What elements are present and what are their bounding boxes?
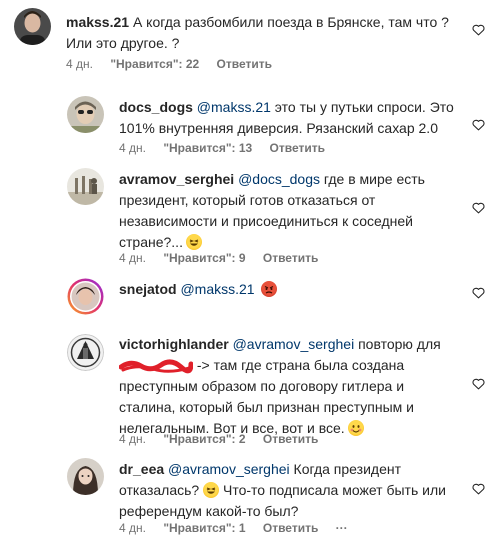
reply-button[interactable]: Ответить bbox=[263, 521, 318, 535]
comment-age: 4 дн. bbox=[119, 432, 146, 446]
mention-link[interactable]: @makss.21 bbox=[197, 99, 271, 115]
likes-count[interactable]: "Нравится": 13 bbox=[163, 141, 252, 155]
reply-button[interactable]: Ответить bbox=[217, 57, 272, 71]
red-scribble bbox=[119, 359, 193, 374]
username-link[interactable]: makss.21 bbox=[66, 14, 129, 30]
comment-text: snejatod @makss.21 bbox=[119, 279, 449, 300]
username-link[interactable]: snejatod bbox=[119, 281, 177, 297]
mention-link[interactable]: @makss.21 bbox=[180, 281, 254, 297]
username-link[interactable]: docs_dogs bbox=[119, 99, 193, 115]
comment-text: victorhighlander @avramov_serghei повтор… bbox=[119, 336, 441, 436]
comment-age: 4 дн. bbox=[119, 141, 146, 155]
comment-text: docs_dogs @makss.21 это ты у путьки спро… bbox=[119, 99, 454, 136]
likes-count[interactable]: "Нравится": 1 bbox=[163, 521, 245, 535]
smiling-emoji-icon bbox=[347, 420, 364, 436]
avatar-dr-eea[interactable] bbox=[67, 458, 104, 495]
heart-icon[interactable] bbox=[472, 202, 485, 214]
likes-count[interactable]: "Нравится": 2 bbox=[163, 432, 245, 446]
laughing-emoji-icon bbox=[203, 482, 220, 498]
username-link[interactable]: victorhighlander bbox=[119, 336, 229, 352]
comment-age: 4 дн. bbox=[66, 57, 93, 71]
heart-icon[interactable] bbox=[472, 119, 485, 131]
likes-count[interactable]: "Нравится": 9 bbox=[163, 251, 245, 265]
reply-button[interactable]: Ответить bbox=[270, 141, 325, 155]
username-link[interactable]: dr_eea bbox=[119, 461, 164, 477]
comment-text: makss.21 А когда разбомбили поезда в Бря… bbox=[66, 14, 449, 51]
mention-link[interactable]: @avramov_serghei bbox=[233, 336, 355, 352]
reply-button[interactable]: Ответить bbox=[263, 432, 318, 446]
heart-icon[interactable] bbox=[472, 287, 485, 299]
comment-meta: 4 дн. "Нравится": 1 Ответить ··· bbox=[119, 521, 362, 535]
comment-meta: 4 дн. "Нравится": 22 Ответить bbox=[66, 57, 286, 71]
username-link[interactable]: avramov_serghei bbox=[119, 171, 234, 187]
avatar-makss[interactable] bbox=[14, 8, 51, 45]
comment-age: 4 дн. bbox=[119, 251, 146, 265]
likes-count[interactable]: "Нравится": 22 bbox=[110, 57, 199, 71]
redacted-name bbox=[119, 359, 193, 374]
avatar-snejatod[interactable] bbox=[67, 278, 104, 315]
comment-text: dr_eea @avramov_serghei Когда президент … bbox=[119, 461, 446, 519]
heart-icon[interactable] bbox=[472, 24, 485, 36]
avatar-avramov[interactable] bbox=[67, 168, 104, 205]
comment-meta: 4 дн. "Нравится": 13 Ответить bbox=[119, 141, 339, 155]
laughing-emoji-icon bbox=[185, 234, 202, 250]
heart-icon[interactable] bbox=[472, 483, 485, 495]
comment-age: 4 дн. bbox=[119, 521, 146, 535]
comment-meta: 4 дн. "Нравится": 2 Ответить bbox=[119, 432, 332, 446]
reply-button[interactable]: Ответить bbox=[263, 251, 318, 265]
comment-meta: 4 дн. "Нравится": 9 Ответить bbox=[119, 251, 332, 265]
heart-icon[interactable] bbox=[472, 378, 485, 390]
avatar-docs-dogs[interactable] bbox=[67, 96, 104, 133]
comment-text: avramov_serghei @docs_dogs где в мире ес… bbox=[119, 171, 425, 250]
angry-emoji-icon bbox=[261, 281, 278, 297]
more-options-icon[interactable]: ··· bbox=[336, 521, 348, 535]
avatar-victorhighlander[interactable] bbox=[67, 334, 104, 371]
mention-link[interactable]: @avramov_serghei bbox=[168, 461, 290, 477]
mention-link[interactable]: @docs_dogs bbox=[238, 171, 320, 187]
